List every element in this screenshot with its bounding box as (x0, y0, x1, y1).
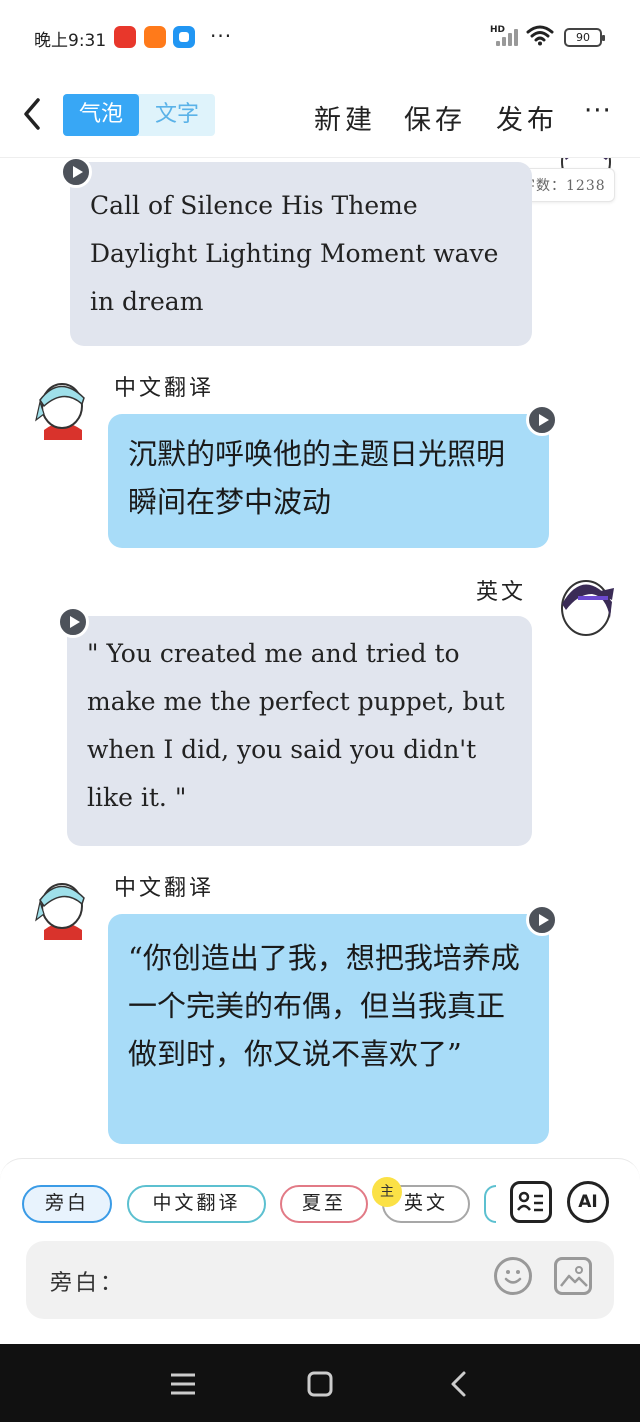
status-bar: 晚上9:31 ··· HD 90 (0, 0, 640, 76)
wifi-icon (526, 25, 554, 46)
message-bubble[interactable]: 沉默的呼唤他的主题日光照明瞬间在梦中波动 (108, 414, 549, 548)
character-list-icon[interactable] (510, 1181, 552, 1223)
character-chip-summer[interactable]: 夏至 (280, 1185, 368, 1223)
tab-text[interactable]: 文字 (139, 94, 215, 136)
character-chip-narration[interactable]: 旁白 (22, 1185, 112, 1223)
more-menu-button[interactable]: ··· (584, 96, 612, 126)
chat-area[interactable]: 字数：1238 Call of Silence His Theme Daylig… (0, 158, 640, 1158)
top-navigation: 气泡 文字 新建 保存 发布 ··· (0, 76, 640, 158)
battery-icon: 90 (564, 28, 605, 47)
character-list-glyph (517, 1191, 543, 1212)
publish-button[interactable]: 发布 (496, 98, 558, 137)
new-button[interactable]: 新建 (314, 98, 376, 137)
main-character-badge: 主 (372, 1177, 402, 1207)
message-app-icon (173, 26, 195, 48)
menu-icon[interactable] (168, 1370, 198, 1398)
play-voice-icon[interactable] (57, 606, 89, 638)
news-app-icon (114, 26, 136, 48)
speaker-name: 中文翻译 (114, 376, 215, 401)
character-chip-partial[interactable] (484, 1185, 496, 1223)
mode-switch: 气泡 文字 (63, 94, 215, 136)
message-bubble[interactable]: Call of Silence His Theme Daylight Light… (70, 162, 532, 346)
ai-assistant-button[interactable]: AI (567, 1181, 609, 1223)
save-button[interactable]: 保存 (404, 98, 466, 137)
character-avatar-translator (35, 883, 85, 940)
home-icon[interactable] (305, 1370, 335, 1398)
status-time: 晚上9:31 (34, 31, 107, 51)
back-icon[interactable] (444, 1370, 474, 1398)
play-voice-icon[interactable] (526, 404, 558, 436)
message-bubble[interactable]: “你创造出了我，想把我培养成一个完美的布偶，但当我真正做到时，你又说不喜欢了” (108, 914, 549, 1144)
speaker-name: 英文 (476, 580, 527, 605)
character-avatar-english (561, 580, 614, 636)
input-speaker-label: 旁白： (50, 1271, 126, 1296)
image-glyph (560, 1266, 588, 1287)
character-avatar-translator (35, 383, 85, 440)
tab-bubble[interactable]: 气泡 (63, 94, 139, 136)
system-navigation-bar (0, 1344, 640, 1422)
bottom-panel: 旁白 中文翻译 夏至 英文 主 AI 旁白： (0, 1158, 640, 1344)
play-voice-icon[interactable] (526, 904, 558, 936)
back-arrow-icon[interactable] (18, 94, 48, 134)
image-icon[interactable] (554, 1257, 592, 1295)
speaker-name: 中文翻译 (114, 876, 215, 901)
status-more-icon: ··· (210, 24, 233, 48)
character-chip-chinese-translation[interactable]: 中文翻译 (127, 1185, 266, 1223)
message-bubble[interactable]: " You created me and tried to make me th… (67, 616, 532, 846)
emoji-icon[interactable] (494, 1257, 532, 1295)
taobao-app-icon (144, 26, 166, 48)
message-input[interactable]: 旁白： (26, 1241, 614, 1319)
emoji-glyph (504, 1270, 522, 1284)
signal-icon (496, 28, 518, 46)
